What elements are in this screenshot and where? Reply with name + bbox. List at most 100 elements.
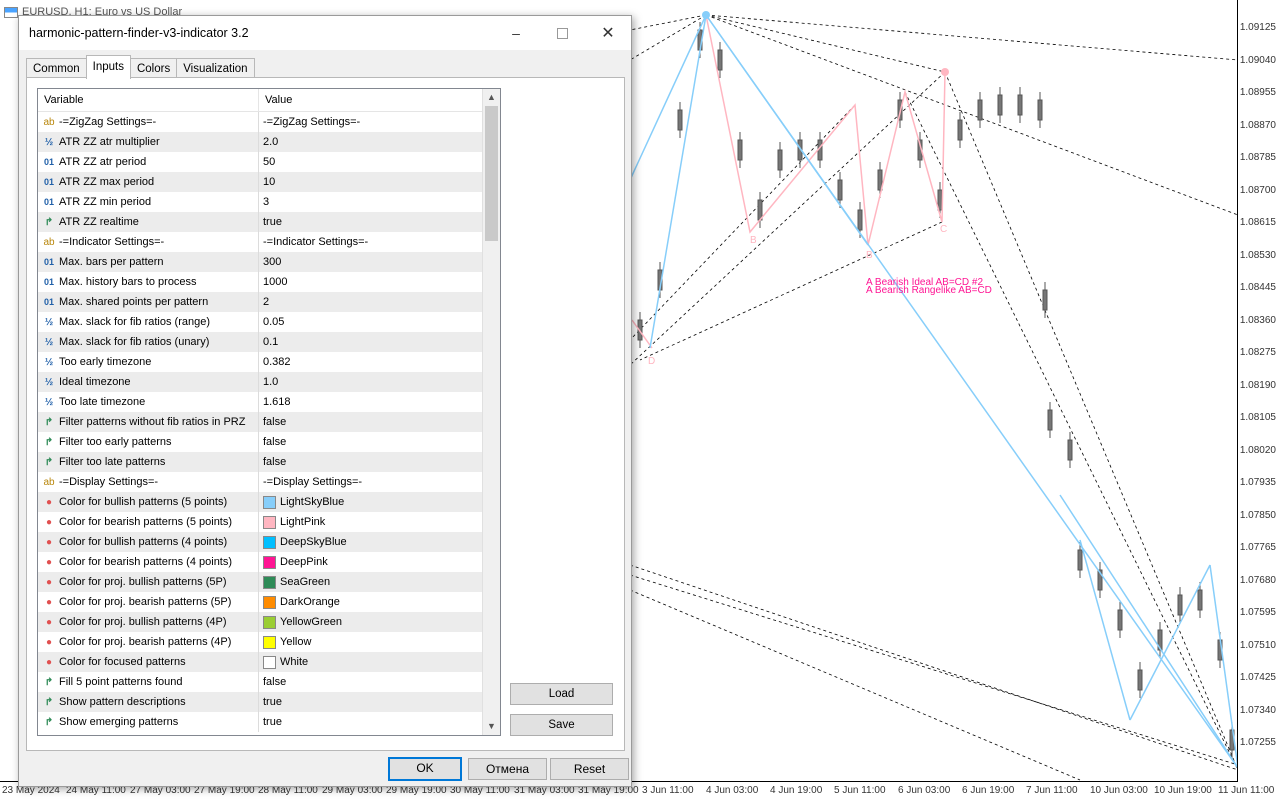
color-swatch[interactable] [263, 655, 276, 669]
input-value-cell[interactable]: true [259, 692, 500, 712]
input-value-cell[interactable]: LightSkyBlue [259, 492, 500, 512]
color-swatch[interactable] [263, 515, 276, 529]
input-value-cell[interactable]: LightPink [259, 512, 500, 532]
maximize-icon[interactable] [539, 16, 585, 50]
input-value-cell[interactable]: 0.05 [259, 312, 500, 332]
input-row[interactable]: ↱ Filter too late patterns false [38, 452, 500, 472]
input-row[interactable]: ab -=ZigZag Settings=- -=ZigZag Settings=- [38, 112, 500, 132]
tab-common[interactable]: Common [26, 58, 87, 79]
input-row[interactable]: ● Color for proj. bullish patterns (5P) Se… [38, 572, 500, 592]
input-variable-cell: 01 Max. history bars to process [38, 272, 259, 292]
color-swatch[interactable] [263, 555, 276, 569]
price-tick-label: 1.09125 [1239, 22, 1276, 33]
input-row[interactable]: ↱ Show emerging patterns true [38, 712, 500, 732]
input-value-cell[interactable]: -=Display Settings=- [259, 472, 500, 492]
price-axis[interactable]: 1.09125 1.09040 1.08955 1.08870 1.08785 1.087… [1237, 0, 1280, 782]
color-swatch[interactable] [263, 615, 276, 629]
color-swatch[interactable] [263, 535, 276, 549]
column-header-variable[interactable]: Variable [38, 89, 259, 111]
input-value-cell[interactable]: false [259, 452, 500, 472]
input-variable-cell: ↱ Show pattern descriptions [38, 692, 259, 712]
save-button[interactable]: Save [510, 714, 613, 736]
input-value-cell[interactable]: 0.382 [259, 352, 500, 372]
input-value-cell[interactable]: 1000 [259, 272, 500, 292]
input-value-cell[interactable]: 300 [259, 252, 500, 272]
color-swatch[interactable] [263, 595, 276, 609]
tab-inputs[interactable]: Inputs [85, 55, 131, 79]
input-row[interactable]: 01 Max. shared points per pattern 2 [38, 292, 500, 312]
input-row[interactable]: 01 ATR ZZ max period 10 [38, 172, 500, 192]
scroll-thumb[interactable] [485, 106, 498, 241]
input-value-cell[interactable]: White [259, 652, 500, 672]
input-row[interactable]: ● Color for bearish patterns (4 points) De… [38, 552, 500, 572]
input-row[interactable]: 01 Max. bars per pattern 300 [38, 252, 500, 272]
input-row[interactable]: ↱ Show pattern descriptions true [38, 692, 500, 712]
input-value-cell[interactable]: 3 [259, 192, 500, 212]
input-value-cell[interactable]: YellowGreen [259, 612, 500, 632]
grid-scrollbar[interactable]: ▲ ▼ [482, 89, 500, 735]
input-row[interactable]: 01 ATR ZZ atr period 50 [38, 152, 500, 172]
inputs-panel: Variable Value ab -=ZigZag Settings=- -=Zi… [26, 77, 625, 751]
input-row[interactable]: ↱ ATR ZZ realtime true [38, 212, 500, 232]
input-row[interactable]: ● Color for focused patterns White [38, 652, 500, 672]
input-value-cell[interactable]: true [259, 212, 500, 232]
scroll-down-icon[interactable]: ▼ [483, 718, 500, 735]
load-button[interactable]: Load [510, 683, 613, 705]
time-tick-label: 7 Jun 11:00 [1026, 785, 1078, 796]
input-row[interactable]: ● Color for proj. bullish patterns (4P) Ye… [38, 612, 500, 632]
input-value-cell[interactable]: 1.0 [259, 372, 500, 392]
ok-button[interactable]: OK [388, 757, 462, 781]
input-value-cell[interactable]: 2.0 [259, 132, 500, 152]
input-row[interactable]: ● Color for proj. bearish patterns (4P) Ye… [38, 632, 500, 652]
input-value-cell[interactable]: -=ZigZag Settings=- [259, 112, 500, 132]
input-row[interactable]: ↱ Filter patterns without fib ratios in P… [38, 412, 500, 432]
input-row[interactable]: 01 Max. history bars to process 1000 [38, 272, 500, 292]
input-row[interactable]: ½ ATR ZZ atr multiplier 2.0 [38, 132, 500, 152]
color-swatch[interactable] [263, 635, 276, 649]
input-row[interactable]: ● Color for bullish patterns (4 points) De… [38, 532, 500, 552]
input-row[interactable]: ½ Max. slack for fib ratios (unary) 0.1 [38, 332, 500, 352]
input-row[interactable]: ½ Too early timezone 0.382 [38, 352, 500, 372]
tab-visualization[interactable]: Visualization [176, 58, 255, 79]
input-row[interactable]: ● Color for bearish patterns (5 points) Li… [38, 512, 500, 532]
input-value-cell[interactable]: 10 [259, 172, 500, 192]
dialog-titlebar[interactable]: harmonic-pattern-finder-v3-indicator 3.2… [19, 16, 631, 50]
input-value-cell[interactable]: Yellow [259, 632, 500, 652]
input-value-cell[interactable]: -=Indicator Settings=- [259, 232, 500, 252]
input-value-cell[interactable]: 1.618 [259, 392, 500, 412]
input-value-cell[interactable]: false [259, 412, 500, 432]
input-row[interactable]: ab -=Display Settings=- -=Display Settings… [38, 472, 500, 492]
color-swatch[interactable] [263, 575, 276, 589]
input-value-cell[interactable]: 0.1 [259, 332, 500, 352]
scroll-up-icon[interactable]: ▲ [483, 89, 500, 106]
input-variable-name: Color for proj. bullish patterns (4P) [59, 616, 227, 628]
input-value-cell[interactable]: 2 [259, 292, 500, 312]
reset-button[interactable]: Reset [550, 758, 629, 780]
input-value-cell[interactable]: true [259, 712, 500, 732]
input-value-cell[interactable]: SeaGreen [259, 572, 500, 592]
minimize-icon[interactable]: – [493, 16, 539, 50]
input-row[interactable]: ↱ Filter too early patterns false [38, 432, 500, 452]
cancel-button[interactable]: Отмена [468, 758, 547, 780]
input-value-cell[interactable]: 50 [259, 152, 500, 172]
input-row[interactable]: ● Color for bullish patterns (5 points) Li… [38, 492, 500, 512]
close-icon[interactable]: ✕ [585, 16, 631, 50]
input-value-cell[interactable]: DarkOrange [259, 592, 500, 612]
column-header-value[interactable]: Value [259, 89, 500, 111]
input-value-text: false [263, 676, 287, 688]
input-row[interactable]: ab -=Indicator Settings=- -=Indicator Sett… [38, 232, 500, 252]
input-value-cell[interactable]: false [259, 672, 500, 692]
input-row[interactable]: ½ Max. slack for fib ratios (range) 0.05 [38, 312, 500, 332]
color-swatch[interactable] [263, 495, 276, 509]
input-row[interactable]: ½ Too late timezone 1.618 [38, 392, 500, 412]
input-value-cell[interactable]: DeepSkyBlue [259, 532, 500, 552]
input-value-cell[interactable]: DeepPink [259, 552, 500, 572]
input-value-cell[interactable]: false [259, 432, 500, 452]
input-variable-cell: ● Color for proj. bullish patterns (4P) [38, 612, 259, 632]
input-row[interactable]: ● Color for proj. bearish patterns (5P) Da… [38, 592, 500, 612]
input-row[interactable]: 01 ATR ZZ min period 3 [38, 192, 500, 212]
tab-colors[interactable]: Colors [129, 58, 178, 79]
color-type-icon: ● [45, 556, 53, 568]
input-row[interactable]: ½ Ideal timezone 1.0 [38, 372, 500, 392]
input-row[interactable]: ↱ Fill 5 point patterns found false [38, 672, 500, 692]
